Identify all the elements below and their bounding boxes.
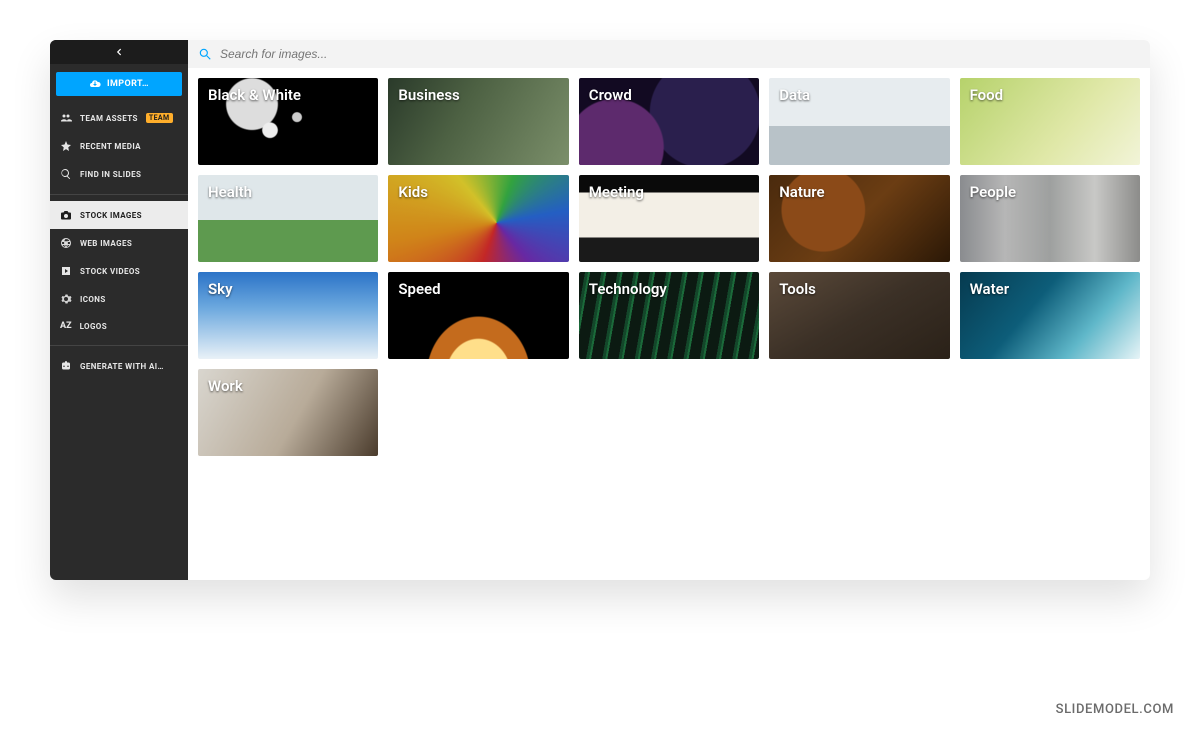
sidebar-item-label: LOGOS: [80, 322, 108, 331]
cloud-upload-icon: [89, 78, 101, 90]
gear-icon: [60, 293, 72, 305]
category-tile-data[interactable]: Data: [769, 78, 949, 165]
category-tile-nature[interactable]: Nature: [769, 175, 949, 262]
category-tile-speed[interactable]: Speed: [388, 272, 568, 359]
tile-label: People: [960, 175, 1027, 262]
tile-label: Black & White: [198, 78, 311, 165]
category-tile-people[interactable]: People: [960, 175, 1140, 262]
sidebar-separator: [50, 345, 188, 346]
sidebar-item-logos[interactable]: AZ LOGOS: [50, 313, 188, 339]
az-icon: AZ: [60, 321, 72, 331]
sidebar-item-label: TEAM ASSETS: [80, 114, 138, 123]
sidebar-item-label: GENERATE WITH AI…: [80, 362, 164, 371]
sidebar-item-icons[interactable]: ICONS: [50, 285, 188, 313]
sidebar-item-label: FIND IN SLIDES: [80, 170, 141, 179]
tile-label: Kids: [388, 175, 438, 262]
category-tile-work[interactable]: Work: [198, 369, 378, 456]
sidebar-item-label: RECENT MEDIA: [80, 142, 141, 151]
category-tile-meeting[interactable]: Meeting: [579, 175, 759, 262]
tile-label: Nature: [769, 175, 834, 262]
import-button[interactable]: IMPORT…: [56, 72, 182, 96]
sidebar-item-generate-ai[interactable]: GENERATE WITH AI…: [50, 352, 188, 380]
sidebar-item-label: WEB IMAGES: [80, 239, 132, 248]
search-input[interactable]: [220, 47, 1140, 61]
team-badge: TEAM: [146, 113, 173, 123]
tile-label: Business: [388, 78, 469, 165]
sidebar-separator: [50, 194, 188, 195]
tile-label: Water: [960, 272, 1020, 359]
tile-label: Meeting: [579, 175, 654, 262]
import-label: IMPORT…: [107, 79, 149, 89]
robot-icon: [60, 360, 72, 372]
category-tile-health[interactable]: Health: [198, 175, 378, 262]
category-tile-sky[interactable]: Sky: [198, 272, 378, 359]
tile-label: Sky: [198, 272, 243, 359]
category-tile-crowd[interactable]: Crowd: [579, 78, 759, 165]
sidebar-item-web-images[interactable]: WEB IMAGES: [50, 229, 188, 257]
app-frame: IMPORT… TEAM ASSETS TEAM RECENT MEDIA FI…: [50, 40, 1150, 580]
sidebar-item-label: STOCK VIDEOS: [80, 267, 140, 276]
sidebar-item-team-assets[interactable]: TEAM ASSETS TEAM: [50, 104, 188, 132]
sidebar: IMPORT… TEAM ASSETS TEAM RECENT MEDIA FI…: [50, 40, 188, 580]
sidebar-item-find-in-slides[interactable]: FIND IN SLIDES: [50, 160, 188, 188]
search-icon: [198, 47, 212, 61]
tile-label: Tools: [769, 272, 826, 359]
watermark: SLIDEMODEL.COM: [1056, 702, 1174, 717]
tile-label: Crowd: [579, 78, 642, 165]
sidebar-item-stock-videos[interactable]: STOCK VIDEOS: [50, 257, 188, 285]
main: Black & White Business Crowd Data Food H…: [188, 40, 1150, 580]
tile-label: Health: [198, 175, 262, 262]
category-tile-technology[interactable]: Technology: [579, 272, 759, 359]
tile-label: Work: [198, 369, 253, 456]
people-icon: [60, 112, 72, 124]
category-tile-tools[interactable]: Tools: [769, 272, 949, 359]
category-grid: Black & White Business Crowd Data Food H…: [188, 68, 1150, 466]
sidebar-item-label: STOCK IMAGES: [80, 211, 142, 220]
sidebar-item-recent-media[interactable]: RECENT MEDIA: [50, 132, 188, 160]
sidebar-item-stock-images[interactable]: STOCK IMAGES: [50, 201, 188, 229]
sidebar-item-label: ICONS: [80, 295, 106, 304]
star-icon: [60, 140, 72, 152]
back-button[interactable]: [50, 40, 188, 64]
category-tile-business[interactable]: Business: [388, 78, 568, 165]
search-bar: [188, 40, 1150, 68]
category-tile-kids[interactable]: Kids: [388, 175, 568, 262]
camera-icon: [60, 209, 72, 221]
globe-icon: [60, 237, 72, 249]
category-tile-food[interactable]: Food: [960, 78, 1140, 165]
chevron-left-icon: [114, 47, 124, 57]
video-icon: [60, 265, 72, 277]
tile-label: Data: [769, 78, 820, 165]
tile-label: Technology: [579, 272, 677, 359]
category-tile-black-white[interactable]: Black & White: [198, 78, 378, 165]
search-slides-icon: [60, 168, 72, 180]
tile-label: Food: [960, 78, 1014, 165]
tile-label: Speed: [388, 272, 450, 359]
category-tile-water[interactable]: Water: [960, 272, 1140, 359]
